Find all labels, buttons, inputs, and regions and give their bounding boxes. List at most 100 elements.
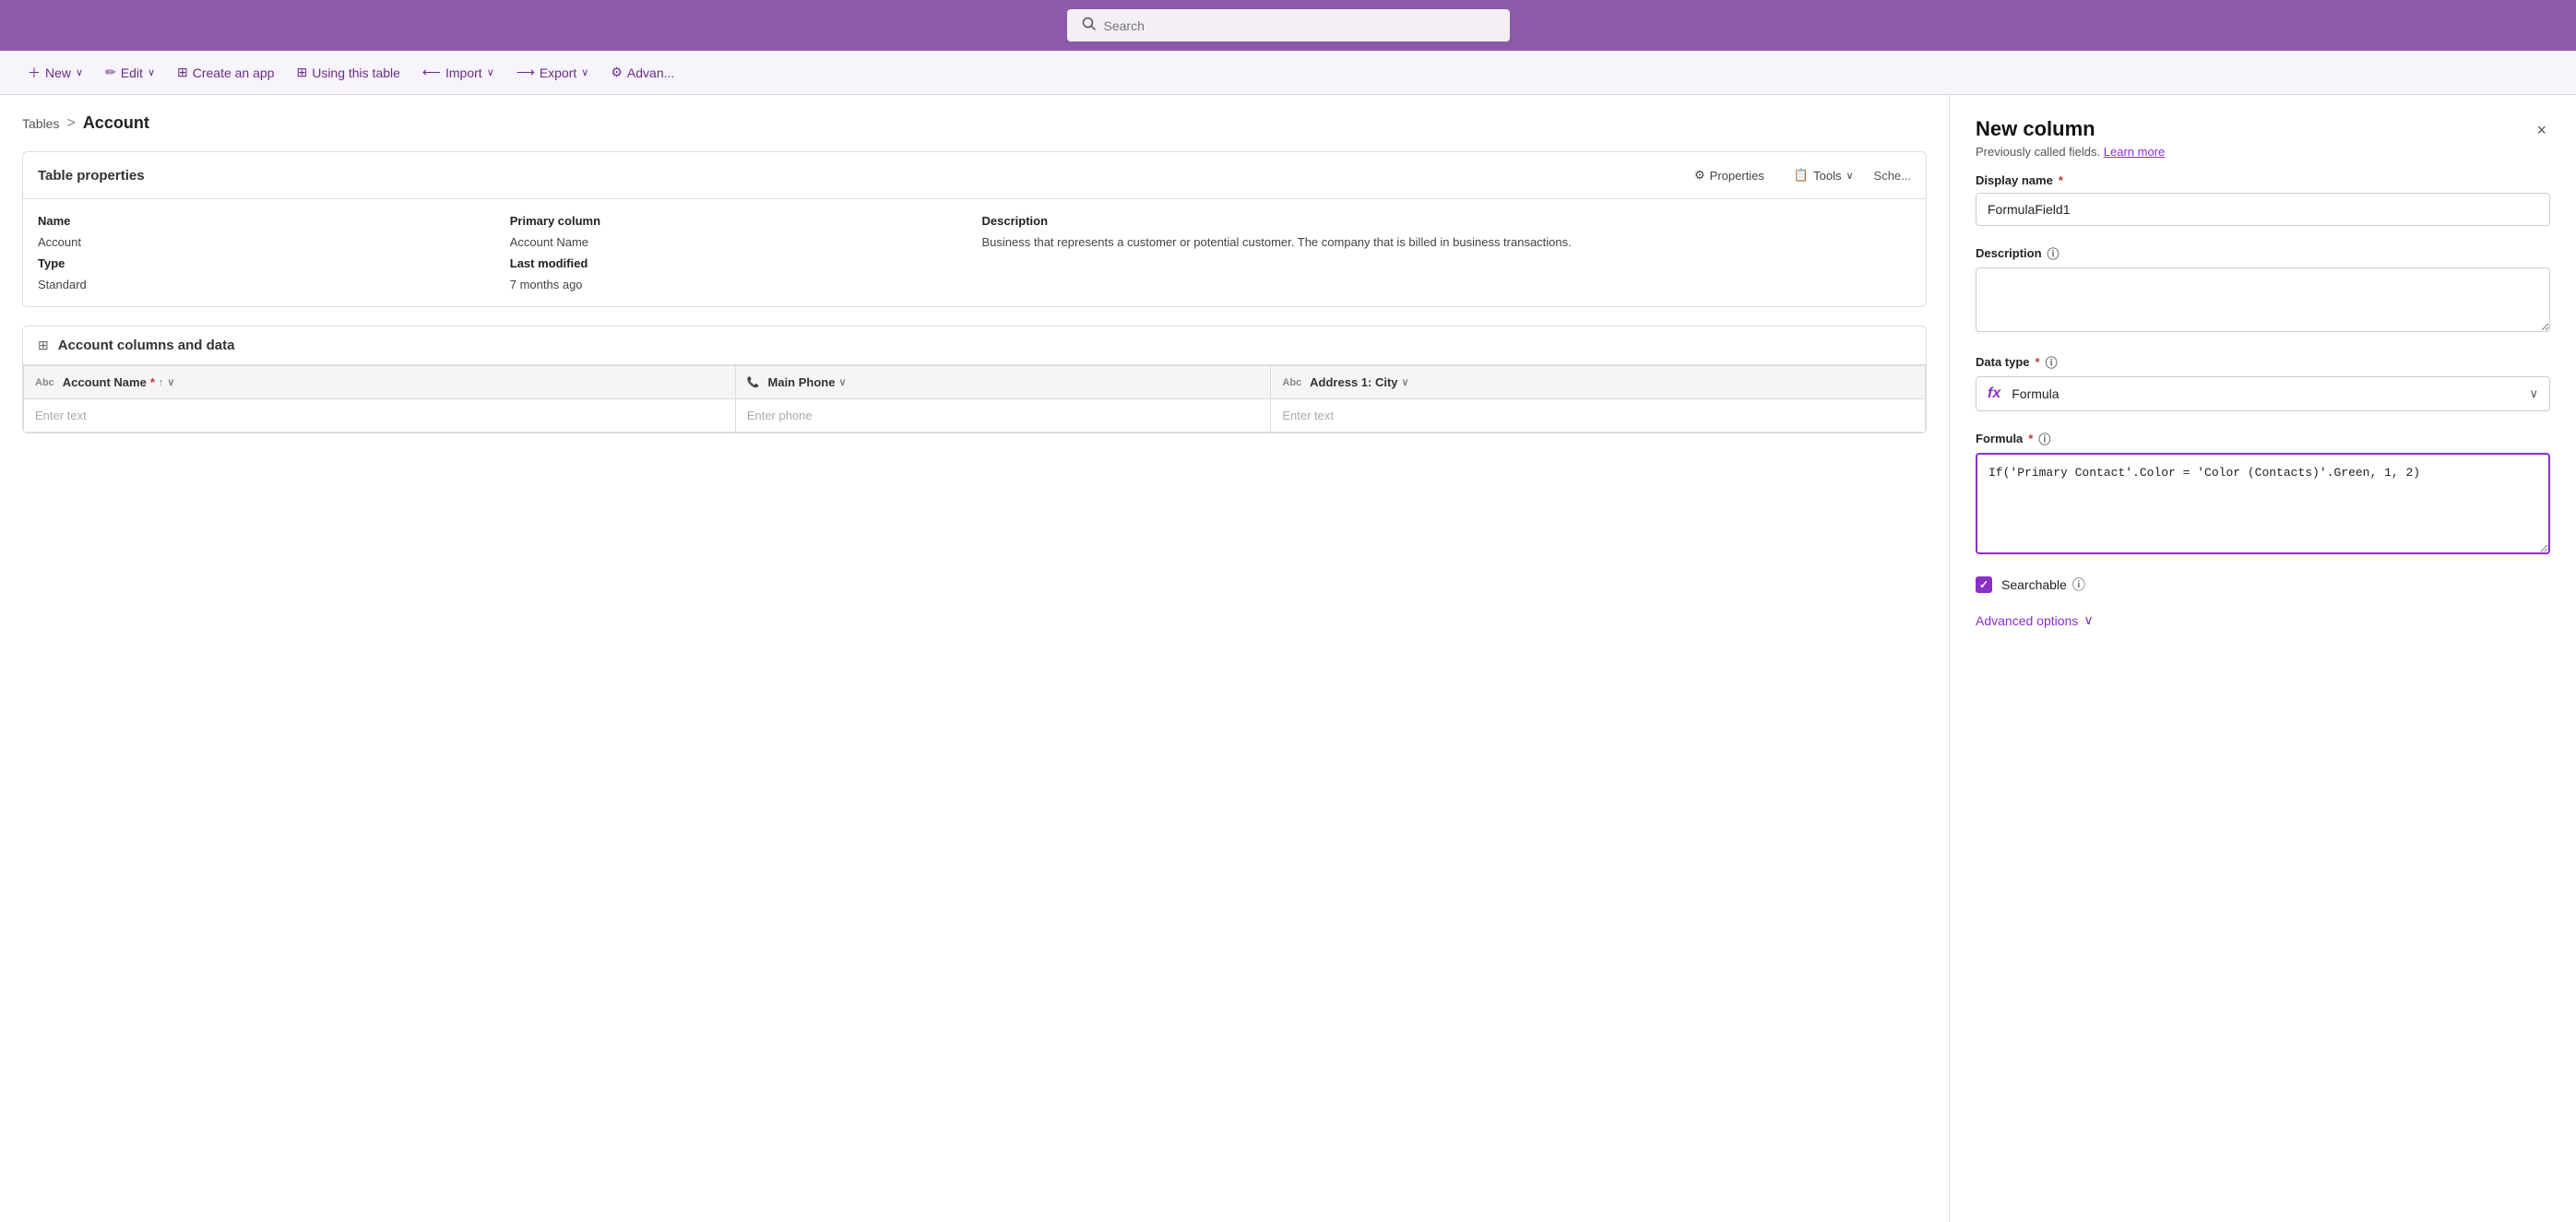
left-content: Tables > Account Table properties ⚙ Prop…: [0, 95, 1949, 1222]
col-description-header: Description: [982, 214, 1912, 228]
card-header-actions: ⚙ Properties 📋 Tools ∨ Sche...: [1685, 163, 1911, 187]
export-chevron-icon: ∨: [581, 66, 588, 78]
col3-header-label: Address 1: City: [1310, 375, 1397, 389]
export-button[interactable]: ⟶ Export ∨: [507, 59, 599, 86]
searchable-checkbox[interactable]: ✓: [1976, 576, 1992, 593]
description-label: Description ⓘ: [1976, 244, 2550, 262]
search-container: [1067, 9, 1510, 42]
row1-col1[interactable]: Enter text: [24, 399, 736, 433]
last-modified-value: 7 months ago: [510, 278, 975, 291]
data-type-label: Data type * ⓘ: [1976, 353, 2550, 371]
account-data-table: Abc Account Name * ↑ ∨ 📞 Main Phone: [23, 365, 1926, 433]
advanced-button[interactable]: ⚙ Advan...: [601, 59, 683, 86]
properties-label: Properties: [1710, 169, 1764, 183]
search-input[interactable]: [1104, 18, 1495, 33]
row-description: Business that represents a customer or p…: [982, 235, 1912, 249]
export-icon: ⟶: [516, 65, 535, 80]
tools-button[interactable]: 📋 Tools ∨: [1785, 163, 1863, 187]
side-panel-header: New column Previously called fields. Lea…: [1950, 95, 2576, 173]
col2-type-icon: 📞: [747, 376, 760, 388]
import-label: Import: [445, 65, 482, 80]
columns-table-icon: ⊞: [38, 338, 49, 353]
toolbar: ＋ New ∨ ✏ Edit ∨ ⊞ Create an app ⊞ Using…: [0, 51, 2576, 95]
breadcrumb-separator: >: [66, 115, 75, 132]
description-input[interactable]: [1976, 267, 2550, 332]
properties-button[interactable]: ⚙ Properties: [1685, 163, 1774, 187]
tools-chevron-icon: ∨: [1846, 170, 1853, 182]
searchable-info-icon: ⓘ: [2072, 575, 2085, 594]
schema-label: Sche...: [1874, 169, 1911, 183]
data-type-value: Formula: [2012, 386, 2059, 401]
close-button[interactable]: ×: [2533, 117, 2550, 144]
col3-type-icon: Abc: [1282, 377, 1301, 388]
table-row: Enter text Enter phone Enter text: [24, 399, 1926, 433]
main-area: Tables > Account Table properties ⚙ Prop…: [0, 95, 2576, 1222]
account-columns-card: ⊞ Account columns and data Abc Account N…: [22, 326, 1927, 433]
display-name-group: Display name *: [1976, 173, 2550, 226]
breadcrumb-current: Account: [83, 113, 149, 133]
type-value: Standard: [38, 278, 503, 291]
table-properties-header: Table properties ⚙ Properties 📋 Tools ∨ …: [23, 152, 1926, 199]
advanced-options-button[interactable]: Advanced options ∨: [1976, 612, 2094, 628]
data-type-group: Data type * ⓘ fx Formula ∨: [1976, 353, 2550, 411]
new-label: New: [45, 65, 71, 80]
check-icon: ✓: [1979, 578, 1988, 591]
formula-group: Formula * ⓘ If('Primary Contact'.Color =…: [1976, 430, 2550, 557]
learn-more-link[interactable]: Learn more: [2104, 145, 2165, 159]
required-star: *: [150, 375, 155, 389]
side-panel-subtitle: Previously called fields. Learn more: [1976, 145, 2165, 159]
formula-label: Formula * ⓘ: [1976, 430, 2550, 447]
search-icon: [1082, 17, 1097, 34]
display-name-label: Display name *: [1976, 173, 2550, 187]
table-icon: ⊞: [296, 65, 307, 80]
plus-icon: ＋: [28, 64, 41, 82]
formula-icon: fx: [1988, 386, 2000, 402]
using-table-label: Using this table: [312, 65, 400, 80]
col3-dropdown-icon[interactable]: ∨: [1402, 376, 1409, 388]
import-chevron-icon: ∨: [487, 66, 494, 78]
col1-header-cell[interactable]: Abc Account Name * ↑ ∨: [24, 366, 736, 399]
data-type-chevron-icon: ∨: [2529, 386, 2538, 401]
edit-icon: ✏: [105, 65, 116, 80]
using-table-button[interactable]: ⊞ Using this table: [287, 59, 409, 86]
new-button[interactable]: ＋ New ∨: [18, 58, 92, 88]
advanced-label: Advan...: [627, 65, 674, 80]
display-name-input[interactable]: [1976, 193, 2550, 226]
row1-col3[interactable]: Enter text: [1271, 399, 1926, 433]
formula-editor[interactable]: If('Primary Contact'.Color = 'Color (Con…: [1976, 453, 2550, 554]
advanced-icon: ⚙: [611, 65, 623, 80]
advanced-options-label: Advanced options: [1976, 613, 2078, 628]
formula-required: *: [2028, 432, 2033, 445]
side-panel-body: Display name * Description ⓘ Data type *…: [1950, 173, 2576, 1222]
data-type-info-icon: ⓘ: [2046, 353, 2058, 371]
side-panel: New column Previously called fields. Lea…: [1949, 95, 2576, 1222]
row1-col2[interactable]: Enter phone: [735, 399, 1271, 433]
last-modified-label: Last modified: [510, 256, 975, 270]
table-properties-title: Table properties: [38, 168, 145, 184]
edit-button[interactable]: ✏ Edit ∨: [96, 59, 164, 86]
description-group: Description ⓘ: [1976, 244, 2550, 335]
export-label: Export: [540, 65, 576, 80]
col2-header-cell[interactable]: 📞 Main Phone ∨: [735, 366, 1271, 399]
row-name: Account: [38, 235, 503, 249]
breadcrumb: Tables > Account: [22, 113, 1927, 133]
edit-chevron-icon: ∨: [148, 66, 155, 78]
create-app-label: Create an app: [193, 65, 275, 80]
col2-header-label: Main Phone: [768, 375, 836, 389]
gear-icon: ⚙: [1694, 168, 1705, 183]
advanced-options-chevron-icon: ∨: [2083, 612, 2093, 628]
data-type-select[interactable]: fx Formula ∨: [1976, 376, 2550, 411]
col2-dropdown-icon[interactable]: ∨: [838, 376, 846, 388]
import-button[interactable]: ⟵ Import ∨: [413, 59, 504, 86]
col-name-header: Name: [38, 214, 503, 228]
table-props-grid: Name Primary column Description Account …: [23, 199, 1926, 306]
breadcrumb-tables-link[interactable]: Tables: [22, 116, 59, 131]
create-app-button[interactable]: ⊞ Create an app: [168, 59, 283, 86]
col1-sort-icon[interactable]: ↑: [159, 377, 164, 388]
col-primary-header: Primary column: [510, 214, 975, 228]
col3-header-cell[interactable]: Abc Address 1: City ∨: [1271, 366, 1926, 399]
type-label: Type: [38, 256, 503, 270]
col1-dropdown-icon[interactable]: ∨: [167, 376, 174, 388]
account-columns-title: Account columns and data: [58, 338, 235, 353]
edit-label: Edit: [121, 65, 143, 80]
